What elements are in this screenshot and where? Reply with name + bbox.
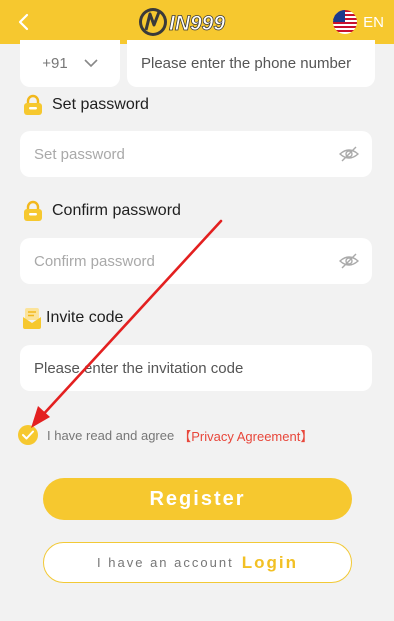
country-code-value: +91 xyxy=(42,55,68,72)
invite-code-input[interactable]: Please enter the invitation code xyxy=(20,345,372,391)
eye-off-icon[interactable] xyxy=(339,251,359,271)
login-prefix-text: I have an account xyxy=(97,555,234,570)
checkmark-icon xyxy=(22,430,34,440)
us-flag-icon xyxy=(333,10,358,34)
lock-icon xyxy=(24,94,42,115)
logo-text: IN999 xyxy=(169,12,225,35)
invite-code-placeholder: Please enter the invitation code xyxy=(34,359,244,377)
agreement-text: I have read and agree xyxy=(47,427,175,443)
login-button[interactable]: I have an account Login xyxy=(43,542,352,583)
invite-code-label-row: Invite code xyxy=(22,306,123,330)
phone-input[interactable]: Please enter the phone number xyxy=(127,40,375,87)
chevron-down-icon xyxy=(84,59,98,68)
eye-off-icon[interactable] xyxy=(339,144,359,164)
agreement-row: I have read and agree 【Privacy Agreement… xyxy=(18,424,313,446)
language-label: EN xyxy=(363,13,384,31)
confirm-password-label: Confirm password xyxy=(52,202,181,219)
set-password-label: Set password xyxy=(52,96,149,113)
lock-icon xyxy=(24,200,42,221)
confirm-password-label-row: Confirm password xyxy=(22,199,181,223)
phone-placeholder: Please enter the phone number xyxy=(141,55,352,72)
back-button[interactable] xyxy=(10,8,38,36)
chevron-left-icon xyxy=(18,13,29,31)
top-bar: IN999 EN xyxy=(0,0,394,44)
app-logo: IN999 xyxy=(136,5,260,39)
set-password-label-row: Set password xyxy=(22,93,149,117)
confirm-password-input[interactable]: Confirm password xyxy=(20,238,372,284)
country-code-select[interactable]: +91 xyxy=(20,40,120,87)
privacy-agreement-link[interactable]: 【Privacy Agreement】 xyxy=(178,426,313,445)
invite-code-label: Invite code xyxy=(46,309,124,326)
register-button[interactable]: Register xyxy=(43,478,352,520)
language-switcher[interactable]: EN xyxy=(333,9,384,35)
login-link: Login xyxy=(241,552,298,572)
set-password-placeholder: Set password xyxy=(34,145,125,163)
confirm-password-placeholder: Confirm password xyxy=(34,252,155,270)
phone-row: +91 Please enter the phone number xyxy=(20,40,375,87)
set-password-input[interactable]: Set password xyxy=(20,131,372,177)
invite-icon xyxy=(23,308,41,329)
agreement-checkbox[interactable] xyxy=(18,425,38,445)
